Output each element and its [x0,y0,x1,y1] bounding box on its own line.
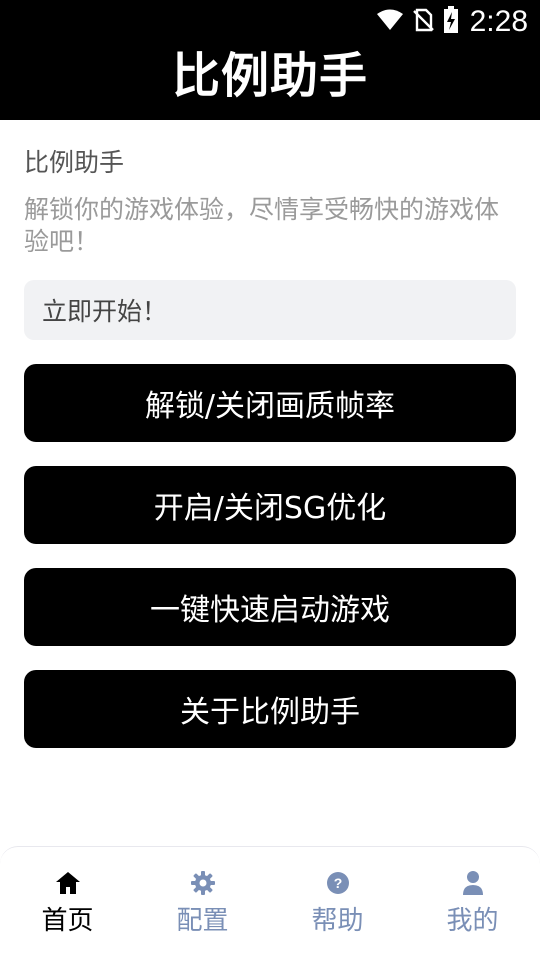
app-header: 比例助手 [0,44,540,120]
home-icon [54,869,82,897]
nav-label-config: 配置 [176,906,229,936]
status-bar: 2:28 [0,0,540,44]
gear-icon [189,869,217,897]
wifi-icon [376,9,404,35]
svg-text:?: ? [333,875,342,891]
nav-label-home: 首页 [41,906,94,936]
nav-item-config[interactable]: 配置 [135,847,270,960]
nav-item-home[interactable]: 首页 [0,847,135,960]
status-time: 2:28 [469,5,528,38]
bottom-nav: 首页 配置 ? 帮助 我的 [0,846,540,960]
no-sim-icon [412,8,434,36]
nav-label-help: 帮助 [311,906,364,936]
toggle-sg-optimization-button[interactable]: 开启/关闭SG优化 [24,466,516,544]
nav-item-help[interactable]: ? 帮助 [270,847,405,960]
nav-label-profile: 我的 [446,906,499,936]
nav-item-profile[interactable]: 我的 [405,847,540,960]
status-icons: 2:28 [376,4,528,40]
toggle-quality-framerate-button[interactable]: 解锁/关闭画质帧率 [24,364,516,442]
app-title: 比例助手 [171,48,368,104]
battery-charging-icon [442,6,460,38]
help-icon: ? [324,869,352,897]
quick-launch-game-button[interactable]: 一键快速启动游戏 [24,568,516,646]
section-description: 解锁你的游戏体验，尽情享受畅快的游戏体验吧！ [24,195,500,256]
user-icon [459,869,487,897]
start-now-field[interactable]: 立即开始！ [24,280,516,340]
about-app-button[interactable]: 关于比例助手 [24,670,516,748]
section-title: 比例助手 [24,148,125,177]
